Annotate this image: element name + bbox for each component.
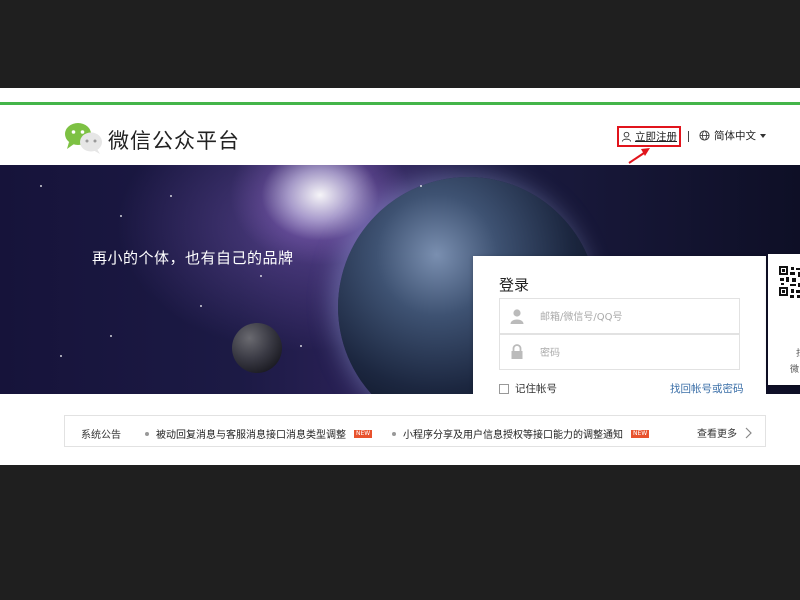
remember-label: 记住帐号 bbox=[515, 383, 557, 394]
login-title: 登录 bbox=[499, 276, 530, 294]
view-more-label: 查看更多 bbox=[697, 429, 737, 440]
qr-code-icon[interactable] bbox=[779, 266, 800, 330]
qr-hint-line2: 微 bbox=[790, 365, 800, 375]
banner-slogan: 再小的个体，也有自己的品牌 bbox=[92, 249, 294, 267]
caret-down-icon bbox=[760, 133, 766, 138]
register-link[interactable]: 立即注册 bbox=[617, 126, 681, 147]
notice-item-text: 小程序分享及用户信息授权等接口能力的调整通知 bbox=[403, 430, 623, 441]
account-field bbox=[499, 298, 740, 335]
view-more-link[interactable]: 查看更多 bbox=[697, 425, 752, 440]
language-selector[interactable]: 简体中文 bbox=[699, 128, 766, 143]
lock-icon bbox=[511, 344, 523, 359]
new-badge: NEW bbox=[631, 429, 650, 438]
account-input[interactable] bbox=[538, 299, 737, 335]
forgot-account-link[interactable]: 找回帐号或密码 bbox=[670, 381, 744, 394]
remember-checkbox[interactable] bbox=[499, 383, 509, 394]
chevron-right-icon bbox=[745, 427, 752, 438]
small-planet-graphic bbox=[232, 323, 282, 373]
password-input[interactable] bbox=[538, 335, 737, 371]
bullet-icon bbox=[392, 431, 396, 436]
login-panel: 登录 记住帐号 找回帐号或密码 登录 bbox=[473, 256, 766, 394]
notice-label: 系统公告 bbox=[81, 430, 121, 441]
header: 微信公众平台 立即注册 简体中文 bbox=[0, 105, 800, 165]
qr-hint-line1: 扫 bbox=[796, 346, 800, 359]
globe-icon bbox=[699, 130, 710, 141]
annotation-arrow-icon bbox=[628, 148, 650, 164]
wechat-mp-page: 微信公众平台 立即注册 简体中文 再小的个体，也有自己的品牌 登录 邮箱/微信号… bbox=[0, 88, 800, 465]
notice-item[interactable]: 被动回复消息与客服消息接口消息类型调整 NEW bbox=[145, 426, 373, 441]
password-field bbox=[499, 334, 740, 371]
new-badge: NEW bbox=[354, 429, 373, 438]
system-notice-bar: 系统公告 被动回复消息与客服消息接口消息类型调整 NEW 小程序分享及用户信息授… bbox=[64, 415, 766, 447]
qr-login-panel: 扫 微 bbox=[768, 254, 800, 385]
wechat-logo-icon[interactable] bbox=[64, 122, 104, 154]
header-separator bbox=[688, 131, 689, 142]
notice-item[interactable]: 小程序分享及用户信息授权等接口能力的调整通知 NEW bbox=[392, 426, 650, 441]
language-label: 简体中文 bbox=[714, 130, 756, 142]
brand-title: 微信公众平台 bbox=[108, 129, 240, 153]
bullet-icon bbox=[145, 431, 149, 436]
register-link-label: 立即注册 bbox=[635, 131, 677, 143]
hero-banner: 再小的个体，也有自己的品牌 登录 记住帐号 bbox=[0, 165, 800, 394]
user-icon bbox=[510, 309, 524, 324]
notice-item-text: 被动回复消息与客服消息接口消息类型调整 bbox=[156, 430, 346, 441]
user-icon bbox=[621, 131, 632, 142]
remember-account[interactable]: 记住帐号 bbox=[499, 381, 557, 394]
